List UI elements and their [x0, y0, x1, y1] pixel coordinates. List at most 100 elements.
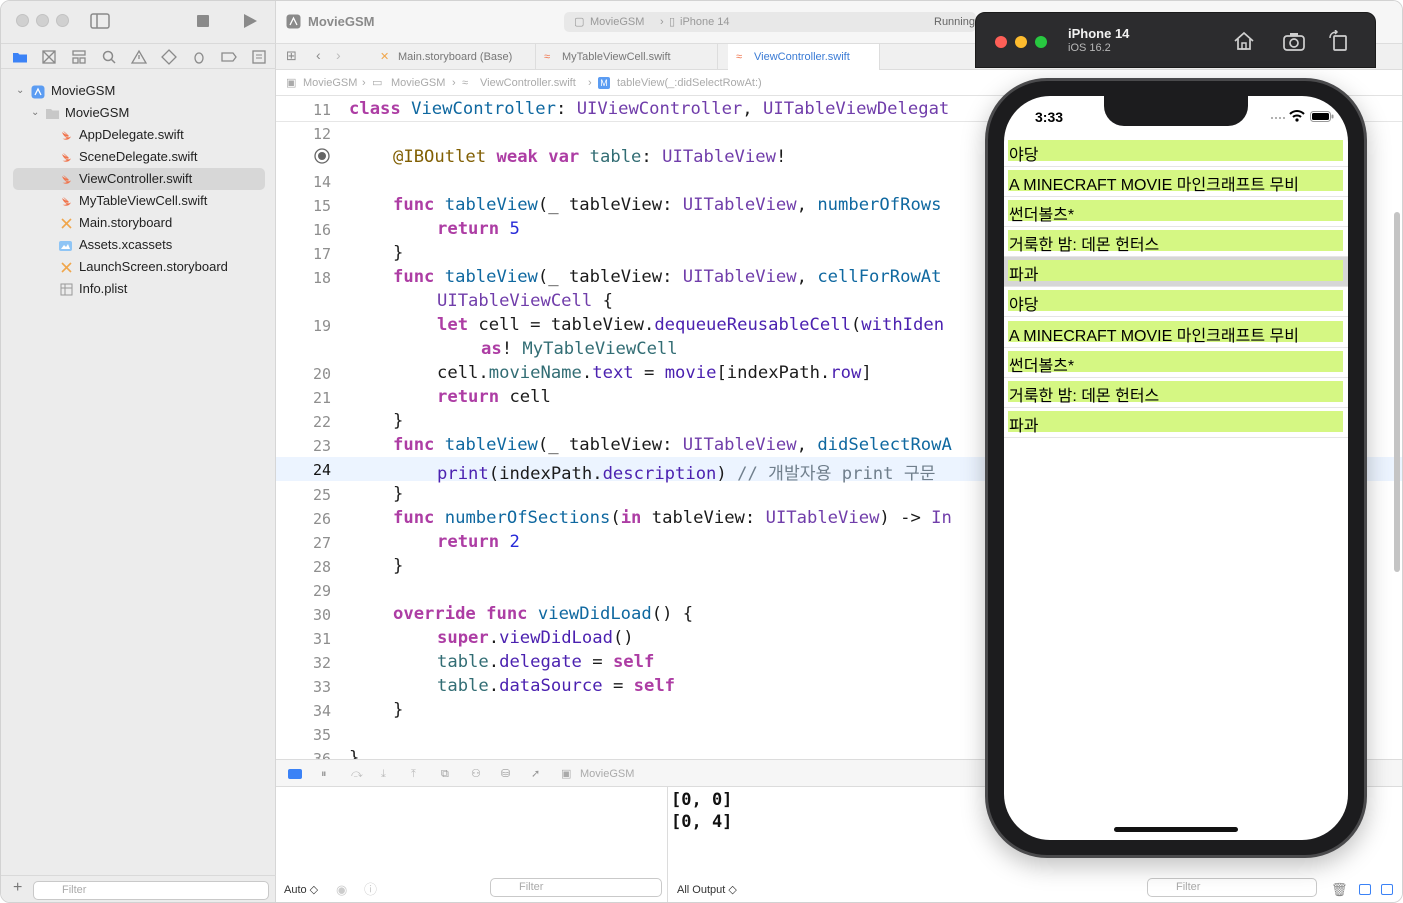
add-icon[interactable]: +	[13, 879, 22, 897]
auto-selector[interactable]: Auto ◇	[284, 876, 318, 902]
tree-item-project[interactable]: ⌄ MovieGSM	[1, 80, 276, 102]
step-into-icon[interactable]: ⤓	[381, 760, 386, 788]
trash-icon[interactable]: 🗑	[1331, 882, 1348, 898]
table-row[interactable]: 거룩한 밤: 데몬 헌터스	[1004, 227, 1348, 257]
jump-item[interactable]: ViewController.swift	[480, 70, 576, 96]
tree-item-file[interactable]: MyTableViewCell.swift	[1, 190, 276, 212]
code-token: dataSource	[499, 676, 603, 696]
jump-item[interactable]: MovieGSM	[303, 70, 357, 96]
tree-item-file[interactable]: SceneDelegate.swift	[1, 146, 276, 168]
code-token: self	[612, 652, 655, 672]
table-row[interactable]: 파과	[1004, 408, 1348, 438]
battery-icon	[1310, 111, 1334, 122]
table-row[interactable]: A MINECRAFT MOVIE 마인크래프트 무비	[1004, 167, 1348, 197]
table-row[interactable]: 야당	[1004, 287, 1348, 317]
jump-item[interactable]: tableView(_:didSelectRowAt:)	[617, 70, 762, 96]
sim-minimize-button[interactable]	[1015, 36, 1027, 48]
line-number: 29	[312, 582, 331, 600]
scheme-name[interactable]: MovieGSM	[590, 12, 644, 32]
code-token: as	[481, 339, 502, 359]
movie-name-label: 파과	[1009, 418, 1039, 435]
search-icon[interactable]	[100, 48, 118, 66]
scheme-selector[interactable]: ▢ MovieGSM › ▯ iPhone 14 Running	[564, 12, 976, 32]
forward-arrow-icon[interactable]: ›	[336, 47, 341, 63]
destination-name[interactable]: iPhone 14	[680, 12, 730, 32]
source-control-icon[interactable]	[40, 48, 58, 66]
report-icon[interactable]	[250, 48, 268, 66]
jump-item[interactable]: MovieGSM	[391, 70, 445, 96]
asset-catalog-icon	[58, 239, 72, 252]
debug-area-toggle-icon[interactable]	[288, 769, 302, 779]
folder-icon[interactable]	[11, 48, 29, 66]
tree-item-file[interactable]: Assets.xcassets	[1, 234, 276, 256]
debug-icon[interactable]	[190, 48, 208, 66]
table-row[interactable]: 썬더볼츠*	[1004, 348, 1348, 378]
split-left-icon[interactable]	[1359, 884, 1371, 895]
step-out-icon[interactable]: ⤒	[411, 760, 416, 788]
window-zoom-button[interactable]	[56, 14, 69, 27]
file-label: ViewController.swift	[79, 171, 193, 186]
location-icon[interactable]: ➚	[531, 760, 540, 788]
tree-item-file[interactable]: Info.plist	[1, 278, 276, 300]
iphone-screen[interactable]: 3:33 야당 A MINECRAFT MOVIE 마인크래프트 무비 썬더볼츠…	[1004, 96, 1348, 840]
line-number: 28	[312, 558, 331, 576]
home-icon[interactable]	[1232, 30, 1256, 52]
chevron-down-icon[interactable]: ⌄	[31, 102, 39, 124]
sim-zoom-button[interactable]	[1035, 36, 1047, 48]
step-over-icon[interactable]: ⤼	[351, 760, 363, 788]
memory-graph-icon[interactable]: ⚇	[471, 760, 481, 788]
code-token: delegate	[499, 652, 582, 672]
tree-item-file[interactable]: Main.storyboard	[1, 212, 276, 234]
environment-icon[interactable]: ⛁	[501, 760, 510, 788]
editor-scrollbar[interactable]	[1394, 212, 1400, 572]
tab-viewcontroller[interactable]: ≈ ViewController.swift	[728, 44, 880, 70]
table-row[interactable]: A MINECRAFT MOVIE 마인크래프트 무비	[1004, 318, 1348, 348]
breakpoint-icon[interactable]	[220, 48, 238, 66]
rotate-icon[interactable]	[1327, 30, 1351, 52]
tab-main-storyboard[interactable]: ✕ Main.storyboard (Base)	[372, 44, 536, 70]
table-row[interactable]: 썬더볼츠*	[1004, 197, 1348, 227]
warning-icon[interactable]	[130, 48, 148, 66]
line-number: 33	[312, 678, 331, 696]
variables-filter-input[interactable]: Filter	[490, 878, 662, 897]
code-token: class	[349, 99, 401, 119]
symbol-icon[interactable]	[70, 48, 88, 66]
test-icon[interactable]	[160, 48, 178, 66]
tree-item-group[interactable]: ⌄ MovieGSM	[1, 102, 276, 124]
code-token: (_ tableView:	[537, 267, 683, 287]
sim-close-button[interactable]	[995, 36, 1007, 48]
movie-name-label: 썬더볼츠*	[1009, 207, 1075, 224]
sidebar-toggle-icon[interactable]	[90, 13, 110, 29]
table-row[interactable]: 거룩한 밤: 데몬 헌터스	[1004, 378, 1348, 408]
code-token: cell = tableView.	[468, 315, 655, 335]
navigator-filter-input[interactable]: Filter	[33, 881, 269, 900]
tab-mytableviewcell[interactable]: ≈ MyTableViewCell.swift	[536, 44, 718, 70]
screenshot-icon[interactable]	[1282, 30, 1306, 52]
tree-item-file[interactable]: LaunchScreen.storyboard	[1, 256, 276, 278]
eye-icon[interactable]: ◉	[336, 882, 347, 898]
window-minimize-button[interactable]	[36, 14, 49, 27]
back-arrow-icon[interactable]: ‹	[316, 47, 321, 63]
pause-icon[interactable]: ⏸	[321, 760, 327, 788]
run-icon[interactable]	[242, 13, 258, 29]
navigator-tabs	[1, 43, 276, 69]
tree-item-file[interactable]: AppDelegate.swift	[1, 124, 276, 146]
table-row[interactable]: 야당	[1004, 137, 1348, 167]
code-line-21: return cell	[437, 387, 551, 407]
table-row-selected[interactable]: 파과	[1004, 257, 1348, 287]
line-number-current: 24	[312, 461, 331, 479]
window-close-button[interactable]	[16, 14, 29, 27]
outlet-connection-icon[interactable]	[314, 148, 330, 164]
grid-icon[interactable]: ⊞	[286, 48, 297, 64]
stop-icon[interactable]	[196, 14, 210, 28]
code-token: table	[437, 676, 489, 696]
info-icon[interactable]: ⓘ	[364, 879, 377, 898]
home-indicator[interactable]	[1114, 827, 1238, 832]
chevron-down-icon[interactable]: ⌄	[16, 80, 24, 102]
console-filter-input[interactable]: Filter	[1147, 878, 1317, 897]
tree-item-file-selected[interactable]: ViewController.swift	[1, 168, 276, 190]
view-hierarchy-icon[interactable]: ⧉	[441, 760, 449, 788]
code-token: 5	[509, 219, 520, 239]
output-selector[interactable]: All Output ◇	[677, 876, 737, 902]
split-right-icon[interactable]	[1381, 884, 1393, 895]
